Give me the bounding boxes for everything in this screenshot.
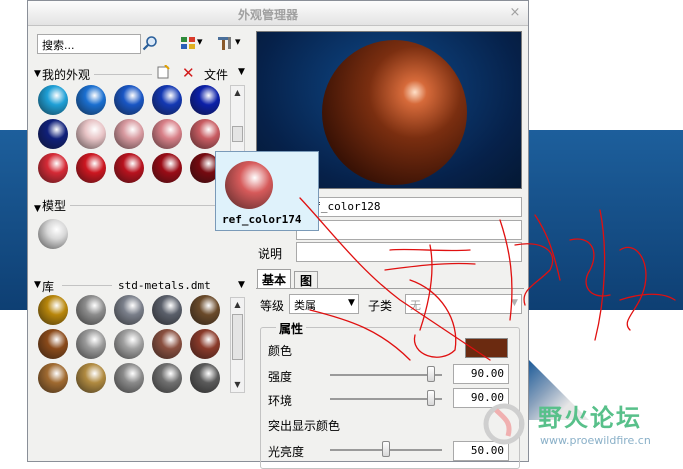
appearance-swatch[interactable] bbox=[114, 153, 144, 183]
my-appearances-swatches bbox=[38, 85, 226, 211]
appearance-swatch[interactable] bbox=[114, 119, 144, 149]
appearance-swatch[interactable] bbox=[38, 363, 68, 393]
appearance-swatch[interactable] bbox=[190, 85, 220, 115]
appearance-swatch[interactable] bbox=[76, 363, 106, 393]
window-title: 外观管理器 bbox=[237, 8, 298, 22]
close-icon[interactable]: × bbox=[506, 4, 524, 22]
watermark-url: www.proewildfire.cn bbox=[540, 434, 651, 447]
file-menu-dropdown-icon[interactable]: ▼ bbox=[238, 67, 245, 77]
appearance-swatch[interactable] bbox=[38, 219, 68, 249]
title-bar[interactable]: 外观管理器 × bbox=[28, 1, 528, 26]
library-scrollbar[interactable]: ▲ ▼ bbox=[230, 297, 245, 393]
left-panel: 搜索... ▾ ▾ ▼ 我的外观 ✕ 文件 ▼ ▲ ▼ 模型 ▼ 库 std-m… bbox=[32, 29, 252, 461]
library-file-selector[interactable]: std-metals.dmt bbox=[118, 279, 211, 292]
scroll-up-icon[interactable]: ▲ bbox=[231, 86, 244, 100]
appearance-swatch[interactable] bbox=[114, 363, 144, 393]
library-file-dropdown-icon[interactable]: ▼ bbox=[238, 280, 245, 290]
appearance-swatch[interactable] bbox=[152, 153, 182, 183]
my-appearances-label: 我的外观 bbox=[42, 68, 91, 82]
description-label: 说明 bbox=[258, 247, 283, 261]
collapse-icon[interactable]: ▼ bbox=[34, 204, 41, 214]
brightness-slider-thumb[interactable] bbox=[382, 441, 390, 457]
view-options-dropdown-icon[interactable]: ▾ bbox=[197, 35, 203, 48]
handwritten-annotation bbox=[299, 197, 676, 361]
library-label: 库 bbox=[42, 280, 55, 294]
appearance-swatch[interactable] bbox=[76, 295, 106, 325]
appearance-swatch[interactable] bbox=[76, 85, 106, 115]
appearance-swatch[interactable] bbox=[38, 119, 68, 149]
appearance-swatch[interactable] bbox=[114, 85, 144, 115]
ambient-label: 环境 bbox=[268, 394, 293, 408]
appearance-swatch[interactable] bbox=[152, 363, 182, 393]
appearance-swatch[interactable] bbox=[190, 119, 220, 149]
scroll-thumb[interactable] bbox=[232, 126, 243, 142]
watermark-title: 野火论坛 bbox=[538, 404, 642, 432]
scroll-thumb[interactable] bbox=[232, 314, 243, 360]
appearance-swatch[interactable] bbox=[114, 295, 144, 325]
library-swatches bbox=[38, 295, 226, 421]
divider bbox=[94, 74, 152, 75]
ambient-slider-track[interactable] bbox=[330, 398, 442, 400]
color-label: 颜色 bbox=[268, 344, 293, 358]
appearance-swatch[interactable] bbox=[152, 295, 182, 325]
preview-sphere bbox=[322, 40, 467, 185]
highlight-color-label: 突出显示颜色 bbox=[268, 419, 341, 433]
scroll-down-icon[interactable]: ▼ bbox=[231, 378, 244, 392]
appearance-swatch[interactable] bbox=[38, 153, 68, 183]
delete-icon[interactable]: ✕ bbox=[182, 64, 195, 82]
appearance-swatch[interactable] bbox=[190, 363, 220, 393]
watermark-logo-icon bbox=[478, 396, 530, 452]
tab-basic[interactable]: 基本 bbox=[257, 269, 291, 289]
appearance-swatch[interactable] bbox=[152, 85, 182, 115]
search-input[interactable]: 搜索... bbox=[37, 34, 141, 54]
tooltip-sphere bbox=[225, 161, 273, 209]
collapse-icon[interactable]: ▼ bbox=[34, 69, 41, 79]
view-options-icon[interactable] bbox=[180, 36, 196, 50]
search-icon[interactable] bbox=[142, 35, 158, 51]
appearance-swatch[interactable] bbox=[38, 85, 68, 115]
divider bbox=[70, 205, 220, 206]
scroll-up-icon[interactable]: ▲ bbox=[231, 298, 244, 312]
appearance-swatch[interactable] bbox=[152, 329, 182, 359]
divider bbox=[62, 285, 112, 286]
appearance-swatch[interactable] bbox=[76, 329, 106, 359]
appearance-swatch[interactable] bbox=[190, 329, 220, 359]
model-label: 模型 bbox=[42, 199, 67, 213]
tools-dropdown-icon[interactable]: ▾ bbox=[235, 35, 241, 48]
intensity-label: 强度 bbox=[268, 370, 293, 384]
brightness-label: 光亮度 bbox=[268, 445, 305, 459]
collapse-icon[interactable]: ▼ bbox=[34, 280, 41, 290]
model-swatches bbox=[38, 219, 78, 253]
appearance-swatch[interactable] bbox=[76, 153, 106, 183]
ambient-slider-thumb[interactable] bbox=[426, 390, 435, 406]
file-menu[interactable]: 文件 bbox=[204, 66, 228, 83]
new-appearance-icon[interactable] bbox=[156, 64, 170, 79]
appearance-swatch[interactable] bbox=[38, 295, 68, 325]
appearance-swatch[interactable] bbox=[38, 329, 68, 359]
appearance-swatch[interactable] bbox=[76, 119, 106, 149]
appearance-swatch[interactable] bbox=[114, 329, 144, 359]
appearance-swatch[interactable] bbox=[190, 295, 220, 325]
appearance-swatch[interactable] bbox=[152, 119, 182, 149]
category-label: 等级 bbox=[260, 299, 285, 313]
tools-icon[interactable] bbox=[216, 35, 234, 51]
